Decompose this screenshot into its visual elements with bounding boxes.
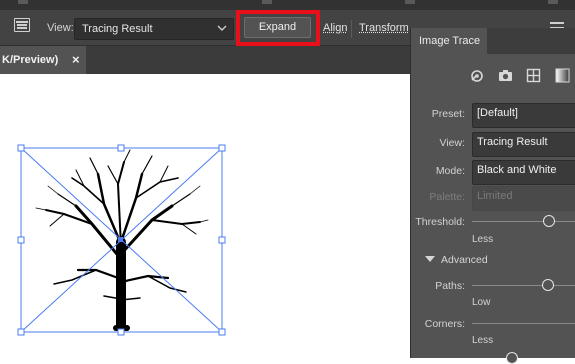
corners-label: Corners:	[424, 318, 465, 330]
resize-handle[interactable]	[117, 144, 125, 152]
preset-value: [Default]	[477, 107, 518, 119]
corners-slider-track[interactable]	[472, 323, 575, 324]
advanced-label: Advanced	[441, 254, 488, 266]
menu-edge-marker	[548, 0, 558, 4]
image-trace-panel: Image Trace Preset: [Default] View: Trac…	[410, 28, 575, 364]
document-tab-bar: K/Preview) ×	[0, 46, 410, 74]
align-link[interactable]: Align	[323, 22, 347, 34]
preset-select[interactable]: [Default]	[472, 103, 575, 128]
traced-artwork[interactable]	[0, 74, 410, 358]
view-label: View:	[439, 137, 466, 149]
transform-link[interactable]: Transform	[359, 22, 409, 34]
paths-slider-track[interactable]	[472, 285, 575, 286]
preset-label: Preset:	[431, 108, 465, 120]
expand-button[interactable]: Expand	[244, 17, 311, 38]
resize-handle[interactable]	[117, 328, 125, 336]
threshold-label: Threshold:	[415, 216, 465, 228]
paths-label: Paths:	[435, 280, 465, 292]
tab-image-trace[interactable]: Image Trace	[411, 28, 487, 54]
resize-handle[interactable]	[218, 236, 226, 244]
paths-caption: Low	[472, 297, 491, 308]
resize-handle[interactable]	[218, 144, 226, 152]
corners-caption: Less	[472, 335, 494, 346]
palette-label: Palette:	[429, 191, 465, 203]
mode-label: Mode:	[435, 165, 465, 177]
threshold-slider-track[interactable]	[472, 221, 575, 222]
view-label: View:	[47, 22, 74, 34]
next-slider-thumb[interactable]	[506, 352, 518, 364]
view-select[interactable]: Tracing Result	[472, 132, 575, 157]
threshold-caption: Less	[472, 234, 494, 245]
view-select-value: Tracing Result	[82, 23, 153, 35]
grid-icon[interactable]	[526, 68, 541, 83]
palette-value: Limited	[477, 190, 513, 202]
resize-handle[interactable]	[17, 236, 25, 244]
resize-handle[interactable]	[17, 144, 25, 152]
resize-handle[interactable]	[218, 328, 226, 336]
menu-edge-marker	[405, 0, 415, 4]
palette-select: Limited	[472, 186, 575, 211]
threshold-slider-thumb[interactable]	[543, 215, 555, 227]
close-icon[interactable]: ×	[72, 52, 80, 67]
view-value: Tracing Result	[477, 136, 548, 148]
view-select[interactable]: Tracing Result	[74, 18, 234, 40]
gradient-icon[interactable]	[555, 68, 570, 83]
menu-edge-marker	[18, 0, 28, 4]
app-top-strip	[0, 0, 575, 10]
artboard-canvas[interactable]	[0, 74, 410, 358]
panel-tab-row: Image Trace	[411, 28, 575, 54]
resize-handle[interactable]	[17, 328, 25, 336]
disclosure-triangle-icon	[425, 256, 435, 262]
paths-slider-thumb[interactable]	[542, 279, 554, 291]
document-tab-title: K/Preview)	[2, 54, 59, 66]
center-point	[118, 237, 123, 242]
advanced-toggle[interactable]: Advanced	[425, 254, 488, 266]
camera-icon[interactable]	[498, 68, 513, 83]
chevron-down-icon	[217, 23, 227, 36]
toolbar-divider	[351, 20, 352, 38]
panel-menu-icon[interactable]	[14, 18, 30, 32]
mode-select[interactable]: Black and White	[472, 160, 575, 185]
mode-value: Black and White	[477, 164, 557, 176]
auto-color-icon[interactable]	[469, 68, 484, 83]
menu-edge-marker	[262, 0, 272, 4]
